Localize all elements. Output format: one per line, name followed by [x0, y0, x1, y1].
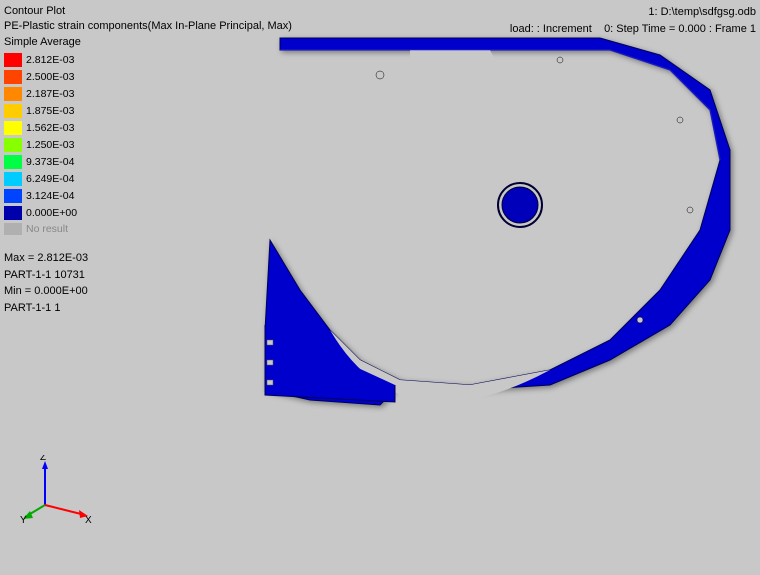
legend-color-swatch [4, 87, 22, 101]
min-part: PART-1-1 1 [4, 300, 88, 317]
legend-color-swatch [4, 138, 22, 152]
svg-text:Y: Y [20, 515, 27, 525]
legend-color-swatch [4, 121, 22, 135]
legend-item: 2.500E-03 [4, 69, 77, 85]
legend-value-label: 2.187E-03 [26, 88, 74, 100]
legend-no-result: No result [4, 222, 77, 236]
legend-item: 3.124E-04 [4, 188, 77, 204]
legend-color-swatch [4, 70, 22, 84]
legend-item: 6.249E-04 [4, 171, 77, 187]
legend-color-swatch [4, 172, 22, 186]
legend-color-swatch [4, 155, 22, 169]
legend-value-label: 2.500E-03 [26, 71, 74, 83]
svg-text:X: X [85, 515, 92, 525]
legend-value-label: 6.249E-04 [26, 173, 74, 185]
legend-value-label: 1.562E-03 [26, 122, 74, 134]
axes-indicator: Z Y X [20, 455, 100, 525]
legend-color-swatch [4, 206, 22, 220]
legend-no-result-label: No result [26, 223, 68, 235]
legend-item: 9.373E-04 [4, 154, 77, 170]
legend-value-label: 9.373E-04 [26, 156, 74, 168]
legend-color-swatch [4, 104, 22, 118]
file-path: 1: D:\temp\sdfgsg.odb [510, 4, 756, 21]
legend-value-label: 1.250E-03 [26, 139, 74, 151]
color-legend: 2.812E-03 2.500E-03 2.187E-03 1.875E-03 1.56… [4, 52, 77, 237]
legend-item: 1.875E-03 [4, 103, 77, 119]
fender-3d-view [180, 30, 740, 430]
legend-value-label: 1.875E-03 [26, 105, 74, 117]
max-value: Max = 2.812E-03 [4, 250, 88, 267]
main-container: Contour Plot PE-Plastic strain component… [0, 0, 760, 575]
min-value: Min = 0.000E+00 [4, 283, 88, 300]
max-part: PART-1-1 10731 [4, 267, 88, 284]
legend-item: 1.250E-03 [4, 137, 77, 153]
legend-item: 0.000E+00 [4, 205, 77, 221]
legend-color-swatch [4, 53, 22, 67]
legend-value-label: 2.812E-03 [26, 54, 74, 66]
legend-no-result-swatch [4, 223, 22, 235]
plot-title: Contour Plot [4, 4, 292, 19]
stats-panel: Max = 2.812E-03 PART-1-1 10731 Min = 0.0… [4, 250, 88, 316]
legend-item: 1.562E-03 [4, 120, 77, 136]
legend-value-label: 3.124E-04 [26, 190, 74, 202]
legend-item: 2.187E-03 [4, 86, 77, 102]
legend-color-swatch [4, 189, 22, 203]
legend-item: 2.812E-03 [4, 52, 77, 68]
legend-value-label: 0.000E+00 [26, 207, 77, 219]
svg-text:Z: Z [40, 455, 46, 463]
